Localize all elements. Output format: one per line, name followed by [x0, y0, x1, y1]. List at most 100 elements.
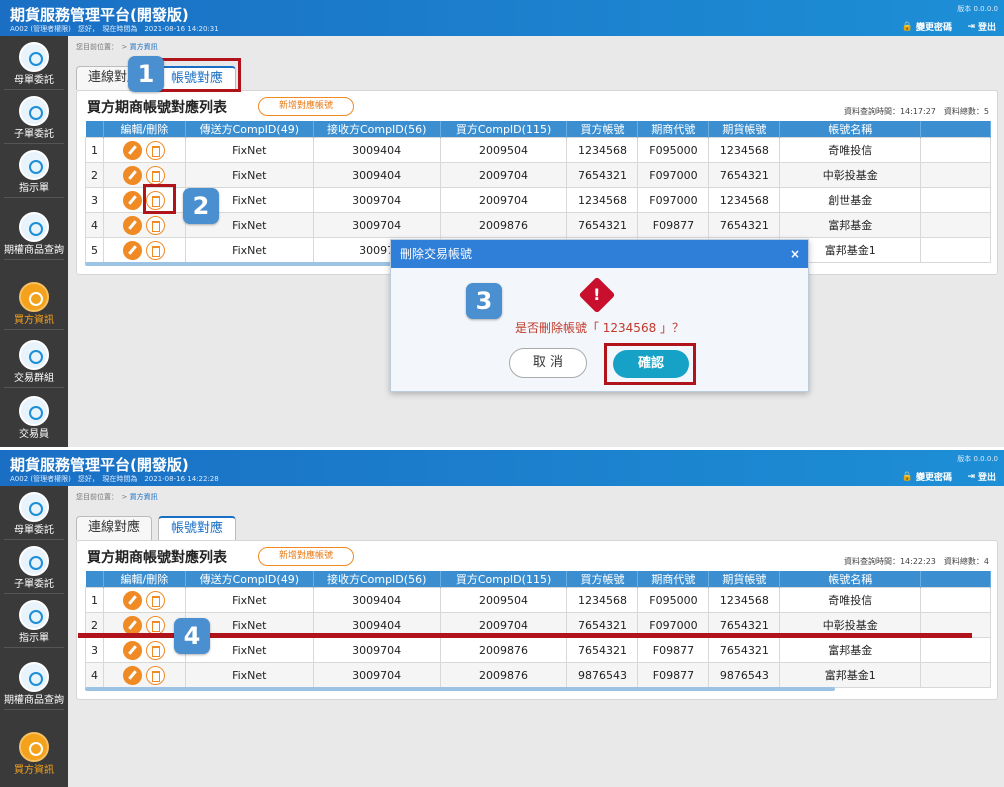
- sender-comp-id: FixNet: [184, 137, 314, 163]
- delete-icon[interactable]: [146, 590, 166, 610]
- highlight-confirm: [604, 343, 696, 385]
- sidebar-item-child-order[interactable]: 子單委託: [0, 96, 68, 144]
- spacer-cell: [920, 212, 991, 238]
- col-futures-account: 期貨帳號: [708, 121, 781, 138]
- target-comp-id: 3009404: [312, 162, 441, 188]
- change-password-button[interactable]: 🔒 變更密碼: [902, 20, 952, 34]
- delete-icon[interactable]: [146, 215, 166, 235]
- buyer-comp-id: 2009876: [439, 637, 568, 663]
- logout-button[interactable]: ⇥ 登出: [967, 20, 996, 34]
- target-comp-id: 3009704: [312, 212, 441, 238]
- sub-order-icon: [19, 96, 49, 126]
- close-icon[interactable]: ×: [790, 240, 800, 268]
- trader-icon: [19, 396, 49, 426]
- target-comp-id: 3009704: [312, 187, 441, 213]
- account-name: 奇唯投信: [779, 587, 922, 613]
- app-title: 期貨服務管理平台(開發版): [10, 6, 189, 24]
- col-actions: 編輯/刪除: [103, 121, 186, 138]
- buyer-comp-id: 2009704: [439, 187, 568, 213]
- edit-icon[interactable]: [123, 190, 143, 210]
- sidebar-item-instruction[interactable]: 指示單: [0, 150, 68, 198]
- edit-icon[interactable]: [123, 215, 143, 235]
- buyer-account: 9876543: [566, 662, 639, 688]
- delete-dialog: 刪除交易帳號 × ! 是否刪除帳號「 1234568 」？ 取 消 確認: [390, 239, 809, 392]
- instruction-icon: [19, 600, 49, 630]
- edit-icon[interactable]: [123, 665, 143, 685]
- money-bag-icon: [19, 732, 49, 762]
- edit-icon[interactable]: [123, 590, 143, 610]
- cancel-button[interactable]: 取 消: [509, 348, 587, 378]
- spacer-cell: [920, 187, 991, 213]
- list-card: 買方期商帳號對應列表 新增對應帳號 資料查詢時間：14:22:23 資料總數：4…: [76, 540, 998, 700]
- row-index: 4: [85, 662, 104, 688]
- sender-comp-id: FixNet: [184, 662, 314, 688]
- sidebar-item-trade-group[interactable]: 交易群組: [0, 340, 68, 388]
- sidebar-item-child-order[interactable]: 子單委託: [0, 546, 68, 594]
- col-account-name: 帳號名稱: [779, 121, 922, 138]
- edit-icon[interactable]: [123, 140, 143, 160]
- row-index: 3: [85, 187, 104, 213]
- screenshot-before: 期貨服務管理平台(開發版) A002 (管理者權限) 您好， 現在時間為 202…: [0, 0, 1004, 448]
- account-name: 富邦基金: [779, 637, 922, 663]
- broker-code: F09877: [637, 637, 710, 663]
- delete-icon[interactable]: [146, 240, 166, 260]
- dialog-header: 刪除交易帳號 ×: [391, 240, 808, 268]
- futures-account: 1234568: [708, 187, 781, 213]
- table-row: 1 FixNet 3009404 2009504 1234568 F095000 12345…: [85, 137, 991, 163]
- edit-icon[interactable]: [123, 615, 143, 635]
- edit-icon[interactable]: [123, 165, 143, 185]
- sidebar-item-options-query[interactable]: 期權商品查詢: [0, 662, 68, 710]
- edit-icon[interactable]: [123, 240, 143, 260]
- edit-icon[interactable]: [123, 640, 143, 660]
- sidebar-item-buyer-info[interactable]: 買方資訊: [0, 732, 68, 777]
- logout-button[interactable]: ⇥ 登出: [967, 470, 996, 484]
- sender-comp-id: FixNet: [184, 587, 314, 613]
- buyer-account: 7654321: [566, 212, 639, 238]
- sidebar-item-parent-order[interactable]: 母單委託: [0, 492, 68, 540]
- col-buyer-account: 買方帳號: [566, 571, 639, 588]
- col-futures-account: 期貨帳號: [708, 571, 781, 588]
- tab-account-mapping[interactable]: 帳號對應: [158, 516, 236, 540]
- breadcrumb: 您目前位置： > 買方資訊: [76, 493, 158, 501]
- change-password-button[interactable]: 🔒 變更密碼: [902, 470, 952, 484]
- row-actions: [102, 137, 186, 163]
- sidebar-item-trader[interactable]: 交易員: [0, 396, 68, 441]
- group-icon: [19, 340, 49, 370]
- target-comp-id: 3009404: [312, 587, 441, 613]
- table-row: 2 FixNet 3009404 2009704 7654321 F097000 76543…: [85, 162, 991, 188]
- add-mapping-button[interactable]: 新增對應帳號: [258, 97, 354, 116]
- delete-icon[interactable]: [146, 665, 166, 685]
- delete-icon[interactable]: [146, 165, 166, 185]
- futures-account: 1234568: [708, 587, 781, 613]
- account-name: 富邦基金1: [779, 662, 922, 688]
- table-row: 4 FixNet 3009704 2009876 7654321 F09877 765432…: [85, 212, 991, 238]
- sub-order-icon: [19, 546, 49, 576]
- scrollbar[interactable]: [85, 687, 835, 691]
- table-row: 1 FixNet 3009404 2009504 1234568 F095000 12345…: [85, 587, 991, 613]
- row-actions: [102, 212, 186, 238]
- col-buyer-comp: 買方CompID(115): [440, 121, 568, 138]
- futures-account: 7654321: [708, 212, 781, 238]
- broker-code: F095000: [637, 137, 710, 163]
- delete-icon[interactable]: [146, 615, 166, 635]
- broker-code: F097000: [637, 162, 710, 188]
- col-target: 接收方CompID(56): [313, 571, 441, 588]
- sidebar-item-instruction[interactable]: 指示單: [0, 600, 68, 648]
- delete-icon[interactable]: [146, 140, 166, 160]
- buyer-comp-id: 2009876: [439, 212, 568, 238]
- add-mapping-button[interactable]: 新增對應帳號: [258, 547, 354, 566]
- table-row: 3 FixNet 3009704 2009704 1234568 F097000 12345…: [85, 187, 991, 213]
- col-index: [85, 571, 104, 588]
- sidebar-item-options-query[interactable]: 期權商品查詢: [0, 212, 68, 260]
- sidebar-item-parent-order[interactable]: 母單委託: [0, 42, 68, 90]
- col-index: [85, 121, 104, 138]
- tab-connection[interactable]: 連線對應: [76, 516, 152, 540]
- account-table: 編輯/刪除 傳送方CompID(49) 接收方CompID(56) 買方Comp…: [85, 571, 991, 688]
- delete-icon[interactable]: [146, 640, 166, 660]
- row-index: 1: [85, 137, 104, 163]
- table-row: 4 FixNet 3009704 2009876 9876543 F09877 987654…: [85, 662, 991, 688]
- dialog-title: 刪除交易帳號: [400, 247, 473, 261]
- sidebar-item-buyer-info[interactable]: 買方資訊: [0, 282, 68, 330]
- futures-account: 7654321: [708, 162, 781, 188]
- sender-comp-id: FixNet: [184, 162, 314, 188]
